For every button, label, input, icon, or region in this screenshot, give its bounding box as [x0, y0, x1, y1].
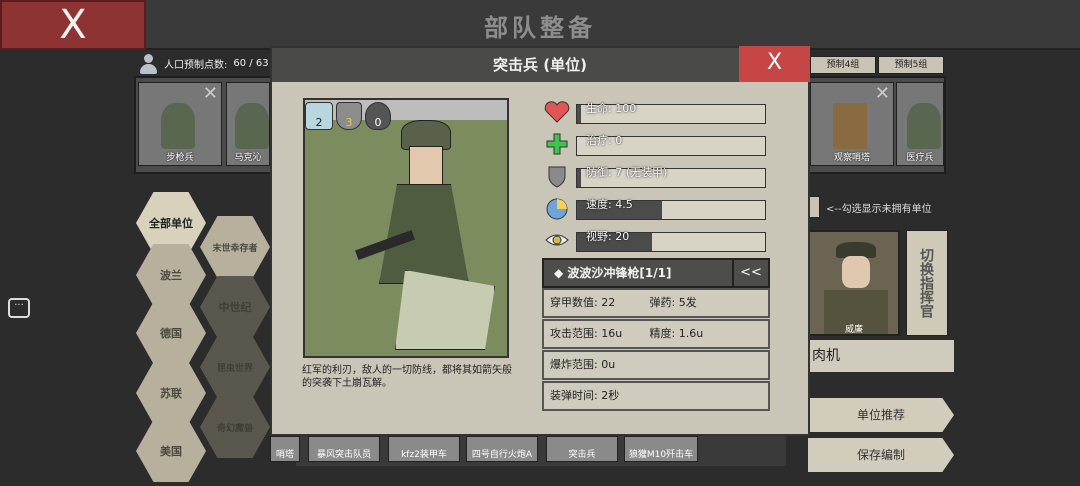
weapon-row: 爆炸范围: 0u — [542, 350, 770, 380]
stat-vision: 视野: 20 — [544, 228, 768, 252]
commander-face — [842, 256, 870, 288]
screen-title: 部队整备 — [484, 14, 596, 42]
chat-icon[interactable]: ··· — [8, 298, 30, 318]
population-value: 60 / 63 — [233, 57, 269, 69]
faction-insects[interactable]: 昆虫世界 — [200, 336, 270, 398]
group-5-button[interactable]: 预制5组 — [878, 56, 944, 74]
roster-card[interactable]: ✕ 观察哨塔 — [810, 82, 894, 166]
faction-survivors[interactable]: 末世幸存者 — [200, 216, 270, 278]
armor-badge: 3 — [336, 102, 362, 130]
commander-portrait[interactable] — [808, 230, 900, 336]
roster-card[interactable]: 马克沁 — [226, 82, 270, 166]
modal-close-button[interactable]: X — [739, 46, 810, 82]
unit-badges: 2 3 0 — [305, 102, 391, 130]
stat-text: 速度: 4.5 — [586, 198, 633, 211]
unit-figure — [907, 103, 941, 149]
remove-icon[interactable]: ✕ — [203, 83, 218, 104]
show-unowned-hint: <--勾选显示未拥有单位 — [826, 204, 932, 215]
unit-strip-item[interactable]: 暴风突击队员 — [308, 436, 380, 462]
soldier-coat — [395, 270, 495, 350]
ammo: 弹药: 5发 — [649, 296, 697, 309]
unit-strip-item[interactable]: 哨塔 — [270, 436, 300, 462]
roster-card-label: 观察哨塔 — [833, 153, 870, 163]
roster-card-label: 马克沁 — [234, 153, 262, 163]
stat-text: 生命: 100 — [586, 102, 637, 115]
roster-card[interactable]: ✕ 步枪兵 — [138, 82, 222, 166]
population-icon — [138, 52, 158, 74]
stat-hp: 生命: 100 — [544, 100, 768, 124]
stat-text: 防御: 7 (无装甲) — [586, 166, 668, 179]
stat-speed: 速度: 4.5 — [544, 196, 768, 220]
blast-range: 爆炸范围: 0u — [550, 358, 616, 371]
reload-time: 装弹时间: 2秒 — [550, 389, 620, 402]
armor-pen: 穿甲数值: 22 — [550, 296, 616, 309]
unit-description: 红军的利刃，敌人的一切防线，都将其如箭矢般的突袭下土崩瓦解。 — [302, 365, 512, 389]
roster-card-label: 步枪兵 — [166, 153, 194, 163]
unit-strip-item[interactable]: 四号自行火炮A — [466, 436, 538, 462]
accuracy: 精度: 1.6u — [649, 327, 704, 340]
heart-icon — [544, 101, 570, 123]
population-label: 人口预制点数: — [164, 59, 228, 71]
unit-figure — [235, 103, 269, 149]
shield-icon — [548, 166, 566, 188]
soldier-body — [379, 184, 469, 284]
meat-label: 肉机 — [806, 340, 954, 372]
unit-portrait: 2 3 0 — [303, 98, 509, 358]
tower-figure — [833, 103, 867, 149]
stat-fill — [577, 105, 581, 123]
eye-icon — [545, 234, 569, 246]
unit-strip-item[interactable]: 突击兵 — [546, 436, 618, 462]
weapon-toggle-button[interactable]: << — [732, 258, 770, 288]
close-screen-button[interactable]: X — [0, 0, 146, 50]
stat-fill — [577, 169, 581, 187]
faction-germany[interactable]: 德国 — [136, 302, 206, 364]
heal-icon — [546, 133, 568, 155]
save-formation-button[interactable]: 保存编制 — [808, 438, 954, 472]
recommend-button[interactable]: 单位推荐 — [808, 398, 954, 432]
weapon-row: 穿甲数值: 22 弹药: 5发 — [542, 288, 770, 318]
attack-range: 攻击范围: 16u — [550, 327, 623, 340]
population-badge: 2 — [305, 102, 333, 130]
stat-text: 视野: 20 — [586, 230, 630, 243]
unit-strip-item[interactable]: 狼獾M10歼击车 — [624, 436, 698, 462]
roster-card[interactable]: 医疗兵 — [896, 82, 944, 166]
stat-text: 治疗: 0 — [586, 134, 623, 147]
faction-usa[interactable]: 美国 — [136, 420, 206, 482]
faction-medieval[interactable]: 中世纪 — [200, 276, 270, 338]
population-row: 人口预制点数: 60 / 63 — [138, 50, 269, 76]
unit-detail-modal: 突击兵 (单位) X 2 3 0 红军的利刃，敌人的一切防线，都将其如箭矢般的突… — [270, 46, 810, 436]
ammo-badge: 0 — [365, 102, 391, 130]
faction-poland[interactable]: 波兰 — [136, 244, 206, 306]
faction-fantasy[interactable]: 奇幻魔兽 — [200, 396, 270, 458]
roster-card-label: 医疗兵 — [906, 153, 934, 163]
weapon-row: 攻击范围: 16u 精度: 1.6u — [542, 319, 770, 349]
unit-figure — [161, 103, 195, 149]
unit-strip-item[interactable]: kfz2装甲车 — [388, 436, 460, 462]
modal-title: 突击兵 (单位) — [272, 48, 808, 82]
soldier-face — [409, 146, 443, 186]
stat-heal: 治疗: 0 — [544, 132, 768, 156]
commander-name: 威廉 — [844, 325, 863, 335]
faction-ussr[interactable]: 苏联 — [136, 362, 206, 424]
speed-icon — [546, 198, 568, 220]
weapon-row: 装弹时间: 2秒 — [542, 381, 770, 411]
switch-commander-button[interactable]: 切换指挥官 — [906, 230, 948, 336]
group-4-button[interactable]: 预制4组 — [810, 56, 876, 74]
remove-icon[interactable]: ✕ — [875, 83, 890, 104]
stat-defense: 防御: 7 (无装甲) — [544, 164, 768, 188]
